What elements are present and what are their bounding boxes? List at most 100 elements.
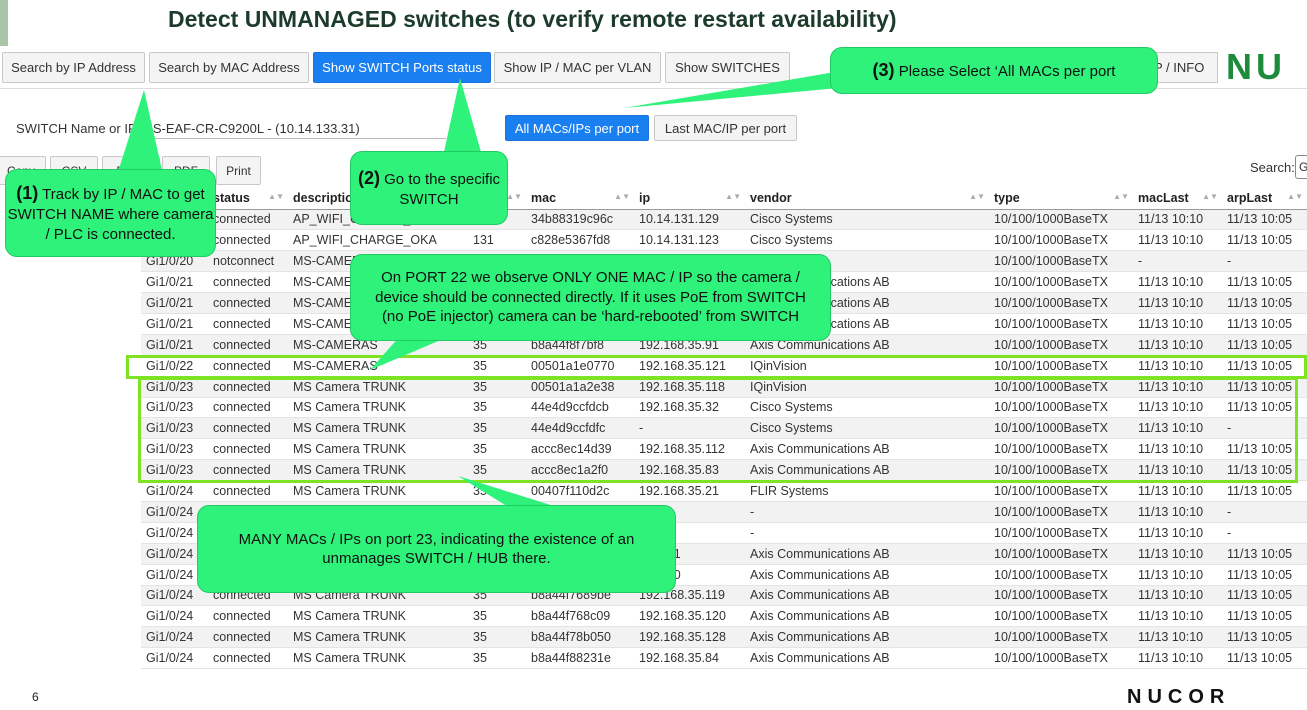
print-button[interactable]: Print [216, 156, 261, 185]
cell-ip: 192.168.35.128 [634, 626, 745, 649]
cell-status: connected [208, 647, 288, 670]
cell-port: Gi1/0/21 [141, 292, 208, 314]
cell-vlan: 35 [468, 355, 526, 377]
table-row[interactable]: Gi1/0/24 connected MS Camera TRUNK 35 b8a44f… [141, 626, 1307, 649]
table-row[interactable]: Gi1/0/19connectedAP_WIFI_CHARGE_OKA131c8… [141, 229, 1307, 252]
cell-ip: 192.168.35.32 [634, 397, 745, 419]
last-mac-per-port-button[interactable]: Last MAC/IP per port [654, 115, 797, 141]
cell-vendor: Axis Communications AB [745, 647, 989, 670]
cell-description: MS Camera TRUNK [288, 626, 468, 649]
cell-type: 10/100/1000BaseTX [989, 397, 1133, 419]
cell-maclast: 11/13 10:10 [1133, 292, 1222, 314]
table-row[interactable]: Gi1/0/24 connected MS Camera TRUNK 35 b8a44f… [141, 647, 1307, 670]
column-header-arplast[interactable]: arpLast ▲▼ [1222, 188, 1307, 210]
cell-port: Gi1/0/21 [141, 313, 208, 335]
table-row[interactable]: Gi1/0/23 connected MS Camera TRUNK 35 accc8e… [141, 438, 1307, 461]
cell-maclast: - [1133, 250, 1222, 273]
cell-status: connected [208, 397, 288, 419]
cell-maclast: 11/13 10:10 [1133, 480, 1222, 502]
callout-1-number: (1) [16, 182, 39, 203]
cell-type: 10/100/1000BaseTX [989, 564, 1133, 586]
search-input[interactable]: G [1295, 155, 1307, 179]
cell-maclast: 11/13 10:10 [1133, 313, 1222, 335]
table-row[interactable]: Gi1/0/23 connected MS Camera TRUNK 35 00501a… [141, 376, 1307, 398]
cell-description: MS Camera TRUNK [288, 459, 468, 482]
cell-vendor: FLIR Systems [745, 480, 989, 502]
cell-type: 10/100/1000BaseTX [989, 376, 1133, 398]
cell-port: Gi1/0/24 [141, 480, 208, 502]
cell-vendor: - [745, 501, 989, 523]
sort-icon: ▲▼ [969, 192, 985, 201]
tab-switch-ports-status[interactable]: Show SWITCH Ports status [313, 52, 491, 83]
cell-description: MS Camera TRUNK [288, 480, 468, 502]
column-header-mac[interactable]: mac ▲▼ [526, 188, 634, 210]
cell-ip: 192.168.35.21 [634, 480, 745, 502]
tab-ip-mac-per-vlan[interactable]: Show IP / MAC per VLAN [494, 52, 661, 83]
cell-ip: 10.14.131.129 [634, 209, 745, 231]
cell-maclast: 11/13 10:10 [1133, 209, 1222, 231]
cell-mac: accc8ec1a2f0 [526, 459, 634, 482]
switch-name-input[interactable] [140, 118, 446, 139]
all-macs-per-port-button[interactable]: All MACs/IPs per port [505, 115, 649, 141]
callout-2: (2) Go to the specific SWITCH [350, 151, 508, 225]
cell-type: 10/100/1000BaseTX [989, 355, 1133, 377]
tab-search-by-ip[interactable]: Search by IP Address [2, 52, 145, 83]
table-row[interactable]: Gi1/0/23 connected MS Camera TRUNK 35 44e4d9… [141, 397, 1307, 419]
cell-arplast: 11/13 10:05 [1222, 292, 1307, 314]
nucor-logo: NUCOR [1127, 684, 1282, 708]
callout-4-text: On PORT 22 we observe ONLY ONE MAC / IP … [375, 269, 806, 326]
table-row[interactable]: Gi1/0/22 connected MS-CAMERAS 35 00501a1e077… [141, 355, 1307, 377]
cell-arplast: 11/13 10:05 [1222, 626, 1307, 649]
cell-type: 10/100/1000BaseTX [989, 626, 1133, 649]
cell-maclast: 11/13 10:10 [1133, 376, 1222, 398]
cell-port: Gi1/0/23 [141, 397, 208, 419]
tab-search-by-mac[interactable]: Search by MAC Address [149, 52, 309, 83]
cell-description: MS Camera TRUNK [288, 647, 468, 670]
cell-arplast: - [1222, 250, 1307, 273]
callout-1-text: Track by IP / MAC to get SWITCH NAME whe… [7, 185, 214, 243]
cell-arplast: 11/13 10:05 [1222, 585, 1307, 607]
cell-vendor: Cisco Systems [745, 229, 989, 252]
table-row[interactable]: Gi1/0/19connectedAP_WIFI_CHARGE_OKA13134… [141, 209, 1307, 231]
column-header-ip[interactable]: ip ▲▼ [634, 188, 745, 210]
cell-mac: b8a44f78b050 [526, 626, 634, 649]
cell-maclast: 11/13 10:10 [1133, 459, 1222, 482]
cell-type: 10/100/1000BaseTX [989, 522, 1133, 544]
cell-vendor: Axis Communications AB [745, 459, 989, 482]
cell-mac: b8a44f88231e [526, 647, 634, 670]
table-row[interactable]: Gi1/0/23 connected MS Camera TRUNK 35 44e4d9… [141, 417, 1307, 440]
column-header-status[interactable]: status ▲▼ [208, 188, 288, 210]
cell-type: 10/100/1000BaseTX [989, 313, 1133, 335]
table-row[interactable]: Gi1/0/24 connected MS Camera TRUNK 35 00407f… [141, 480, 1307, 502]
cell-maclast: 11/13 10:10 [1133, 605, 1222, 628]
tab-info[interactable]: P / INFO [1148, 52, 1218, 83]
tab-show-switches[interactable]: Show SWITCHES [665, 52, 790, 83]
cell-ip: 192.168.35.120 [634, 605, 745, 628]
table-row[interactable]: Gi1/0/23 connected MS Camera TRUNK 35 accc8e… [141, 459, 1307, 482]
cell-port: Gi1/0/23 [141, 459, 208, 482]
cell-maclast: 11/13 10:10 [1133, 397, 1222, 419]
cell-mac: 44e4d9ccfdcb [526, 397, 634, 419]
cell-description: MS Camera TRUNK [288, 605, 468, 628]
callout-5: MANY MACs / IPs on port 23, indicating t… [197, 505, 676, 593]
cell-maclast: 11/13 10:10 [1133, 564, 1222, 586]
cell-status: notconnect [208, 250, 288, 273]
cell-ip: 10.14.131.123 [634, 229, 745, 252]
column-header-maclast[interactable]: macLast ▲▼ [1133, 188, 1222, 210]
cell-arplast: 11/13 10:05 [1222, 543, 1307, 565]
cell-maclast: 11/13 10:10 [1133, 438, 1222, 461]
cell-maclast: 11/13 10:10 [1133, 271, 1222, 294]
cell-type: 10/100/1000BaseTX [989, 209, 1133, 231]
cell-maclast: 11/13 10:10 [1133, 417, 1222, 440]
callout-2-text: Go to the specific SWITCH [379, 170, 501, 208]
table-row[interactable]: Gi1/0/24 connected MS Camera TRUNK 35 b8a44f… [141, 605, 1307, 628]
cell-status: connected [208, 459, 288, 482]
column-header-vendor[interactable]: vendor ▲▼ [745, 188, 989, 210]
cell-status: connected [208, 271, 288, 294]
cell-arplast: - [1222, 501, 1307, 523]
column-header-type[interactable]: type ▲▼ [989, 188, 1133, 210]
cell-status: connected [208, 313, 288, 335]
cell-mac: 34b88319c96c [526, 209, 634, 231]
cell-vendor: Cisco Systems [745, 417, 989, 440]
cell-vlan: 35 [468, 647, 526, 670]
